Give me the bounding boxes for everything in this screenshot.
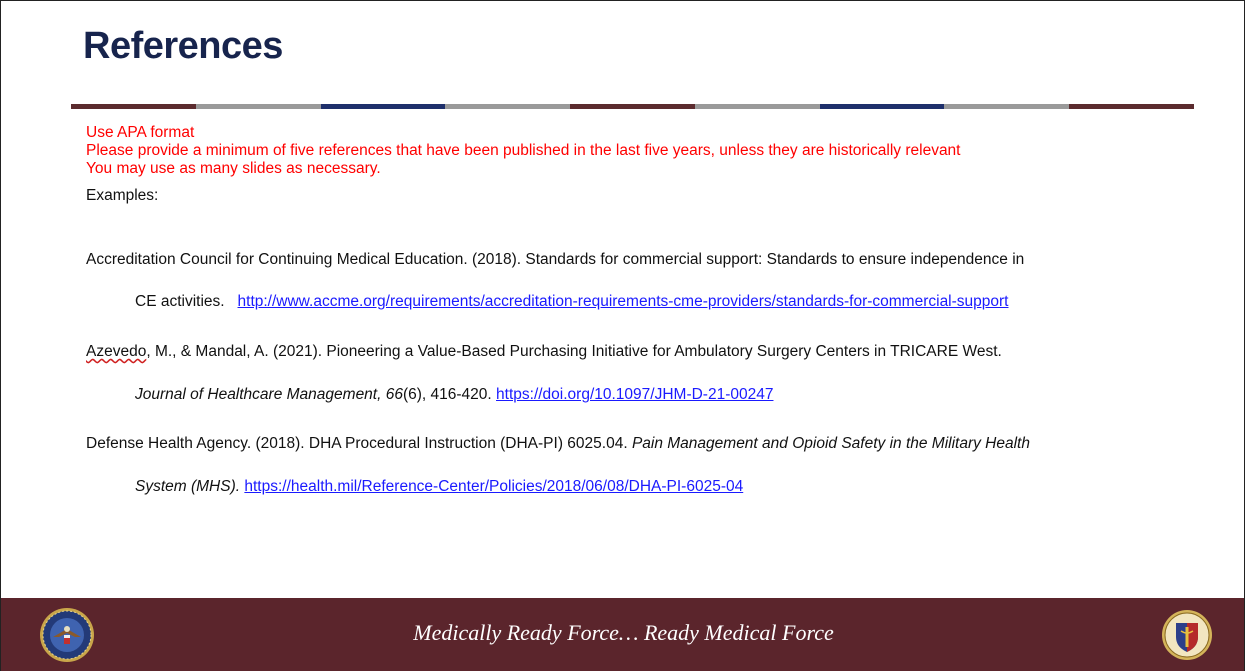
divider-segment	[944, 104, 1070, 109]
reference-2-author: Azevedo	[86, 343, 147, 360]
reference-2-line-1: Azevedo, M., & Mandal, A. (2021). Pionee…	[86, 343, 1002, 361]
reference-2-link[interactable]: https://doi.org/10.1097/JHM-D-21-00247	[496, 386, 773, 403]
reference-1-line-2: CE activities. http://www.accme.org/requ…	[135, 293, 1009, 311]
divider-segment	[1069, 104, 1195, 109]
instruction-line: Please provide a minimum of five referen…	[86, 142, 961, 159]
slide: References Use APA format Please provide…	[0, 0, 1245, 671]
reference-3-title: Pain Management and Opioid Safety in the…	[631, 435, 1030, 452]
reference-3-line-2: System (MHS). https://health.mil/Referen…	[135, 478, 743, 496]
reference-3-title-cont: System (MHS).	[135, 478, 241, 495]
divider-segment	[71, 104, 196, 109]
reference-1-text: CE activities.	[135, 293, 225, 310]
footer-bar: Medically Ready Force… Ready Medical For…	[1, 598, 1244, 671]
reference-2-text: , M., & Mandal, A. (2021). Pioneering a …	[146, 343, 1002, 360]
reference-1-link[interactable]: http://www.accme.org/requirements/accred…	[238, 293, 1009, 310]
reference-1-line-1: Accreditation Council for Continuing Med…	[86, 251, 1025, 268]
reference-3-line-1: Defense Health Agency. (2018). DHA Proce…	[86, 435, 1030, 453]
divider-segment	[195, 104, 321, 109]
title-divider	[71, 104, 1195, 109]
reference-2-pages: (6), 416-420.	[402, 386, 492, 403]
divider-segment	[445, 104, 571, 109]
reference-2-line-2: Journal of Healthcare Management, 66(6),…	[135, 386, 773, 404]
defense-health-agency-seal-icon	[1162, 610, 1212, 660]
instruction-line: You may use as many slides as necessary.	[86, 160, 381, 177]
reference-2-journal: Journal of Healthcare Management, 66	[135, 386, 403, 403]
slide-title: References	[83, 25, 283, 67]
divider-segment	[320, 104, 446, 109]
divider-segment	[570, 104, 695, 109]
examples-label: Examples:	[86, 187, 159, 204]
divider-segment	[694, 104, 820, 109]
instructions-block: Use APA format Please provide a minimum …	[86, 124, 961, 178]
reference-3-text: Defense Health Agency. (2018). DHA Proce…	[86, 435, 628, 452]
footer-tagline: Medically Ready Force… Ready Medical For…	[413, 620, 834, 645]
divider-segment	[819, 104, 945, 109]
reference-3-link[interactable]: https://health.mil/Reference-Center/Poli…	[244, 478, 743, 495]
instruction-line: Use APA format	[86, 124, 195, 141]
